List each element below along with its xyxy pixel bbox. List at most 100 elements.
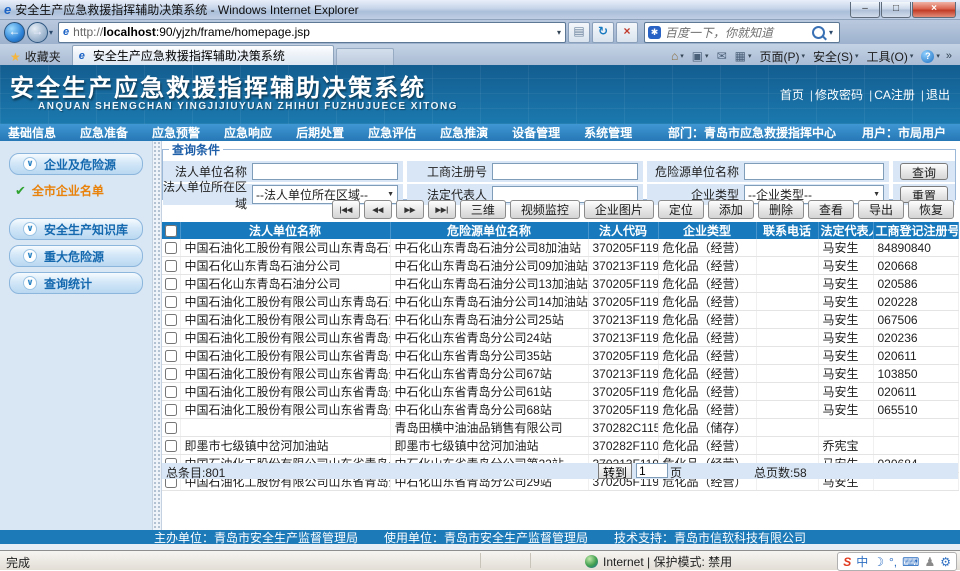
ime-punctuation-icon[interactable]: °, bbox=[889, 555, 897, 569]
sidebar-group[interactable]: ∨企业及危险源 bbox=[9, 153, 143, 175]
header-link[interactable]: 首页 bbox=[780, 86, 804, 103]
header-link[interactable]: CA注册 bbox=[874, 86, 915, 103]
query-button[interactable]: 查询 bbox=[900, 163, 948, 180]
sogou-icon[interactable]: S bbox=[843, 555, 851, 569]
minimize-button[interactable]: – bbox=[850, 2, 880, 18]
table-row[interactable]: 中国石化山东青岛石油分公司中石化山东青岛石油分公司09加油站370213F119… bbox=[162, 257, 958, 275]
row-checkbox[interactable] bbox=[165, 296, 177, 308]
toolbar-button[interactable]: 导出 bbox=[858, 200, 904, 219]
search-dropdown-icon[interactable]: ▾ bbox=[829, 28, 833, 37]
favorites-button[interactable]: ★ 收藏夹 bbox=[3, 48, 68, 65]
toolbar-button[interactable]: 视频监控 bbox=[510, 200, 580, 219]
history-dropdown-icon[interactable]: ▾ bbox=[49, 28, 53, 37]
close-button[interactable]: × bbox=[912, 2, 956, 18]
table-row[interactable]: 中国石油化工股份有限公司山东省青岛分公司中石化山东省青岛分公司68站370205… bbox=[162, 401, 958, 419]
read-mail-button[interactable]: ✉ bbox=[713, 47, 731, 65]
row-checkbox[interactable] bbox=[165, 386, 177, 398]
home-button[interactable]: ⌂▾ bbox=[667, 47, 688, 65]
more-commands-icon[interactable]: » bbox=[944, 50, 954, 62]
sidebar-group[interactable]: ∨安全生产知识库 bbox=[9, 218, 143, 240]
select-all-checkbox[interactable] bbox=[165, 225, 177, 237]
nav-item[interactable]: 系统管理 bbox=[584, 124, 632, 141]
table-row[interactable]: 青岛田横中油油品销售有限公司370282C115602危化品（储存） bbox=[162, 419, 958, 437]
print-button[interactable]: ▦▾ bbox=[731, 47, 756, 65]
header-link[interactable]: 修改密码 bbox=[815, 86, 863, 103]
address-input[interactable]: e http://localhost:90/yjzh/frame/homepag… bbox=[58, 22, 566, 43]
address-dropdown-icon[interactable]: ▾ bbox=[557, 28, 561, 37]
ime-settings-icon[interactable]: ⚙ bbox=[940, 555, 951, 569]
nav-item[interactable]: 应急评估 bbox=[368, 124, 416, 141]
table-row[interactable]: 中国石化山东青岛石油分公司中石化山东青岛石油分公司13加油站370205F119… bbox=[162, 275, 958, 293]
legal-name-input[interactable] bbox=[252, 163, 398, 180]
browser-tab[interactable]: e 安全生产应急救援指挥辅助决策系统 bbox=[72, 45, 334, 65]
nav-item[interactable]: 后期处置 bbox=[296, 124, 344, 141]
toolbar-button[interactable]: 定位 bbox=[658, 200, 704, 219]
table-row[interactable]: 中国石油化工股份有限公司山东省青岛分公司中石化山东省青岛分公司67站370213… bbox=[162, 365, 958, 383]
tools-menu[interactable]: 工具(O)▾ bbox=[863, 47, 918, 65]
ime-keyboard-icon[interactable]: ⌨ bbox=[902, 555, 919, 569]
sidebar-group[interactable]: ∨查询统计 bbox=[9, 272, 143, 294]
nav-item[interactable]: 设备管理 bbox=[512, 124, 560, 141]
refresh-button[interactable]: ↻ bbox=[592, 22, 614, 43]
pager-button[interactable]: ◀◀ bbox=[364, 200, 392, 219]
site-footer: 主办单位：青岛市安全生产监督管理局 使用单位：青岛市安全生产监督管理局 技术支持… bbox=[0, 530, 960, 544]
pager-button[interactable]: |◀◀ bbox=[332, 200, 360, 219]
toolbar-button[interactable]: 恢复 bbox=[908, 200, 954, 219]
content-area: ∨企业及危险源✔全市企业名单∨安全生产知识库∨重大危险源∨查询统计 查询条件 法… bbox=[0, 141, 960, 530]
toolbar-button[interactable]: 删除 bbox=[758, 200, 804, 219]
row-checkbox[interactable] bbox=[165, 422, 177, 434]
pager-button[interactable]: ▶▶ bbox=[396, 200, 424, 219]
row-checkbox[interactable] bbox=[165, 314, 177, 326]
row-checkbox[interactable] bbox=[165, 332, 177, 344]
sidebar-group[interactable]: ∨重大危险源 bbox=[9, 245, 143, 267]
row-checkbox[interactable] bbox=[165, 368, 177, 380]
page-menu[interactable]: 页面(P)▾ bbox=[755, 47, 809, 65]
row-checkbox[interactable] bbox=[165, 260, 177, 272]
maximize-button[interactable]: □ bbox=[881, 2, 911, 18]
ime-halfwidth-icon[interactable]: ☽ bbox=[873, 555, 884, 569]
nav-item[interactable]: 基础信息 bbox=[8, 124, 56, 141]
page-number-input[interactable] bbox=[636, 463, 668, 478]
row-checkbox[interactable] bbox=[165, 440, 177, 452]
ime-language-toggle[interactable]: 中 bbox=[856, 553, 868, 570]
ime-user-icon[interactable]: ♟ bbox=[924, 555, 935, 569]
table-cell: 370213F119025 bbox=[588, 311, 658, 329]
table-row[interactable]: 中国石油化工股份有限公司山东省青岛分公司中石化山东省青岛分公司24站370213… bbox=[162, 329, 958, 347]
reg-no-input[interactable] bbox=[492, 163, 638, 180]
table-row[interactable]: 即墨市七级镇中岔河加油站即墨市七级镇中岔河加油站370282F110063危化品… bbox=[162, 437, 958, 455]
forward-button[interactable]: → bbox=[27, 22, 48, 43]
back-button[interactable]: ← bbox=[4, 22, 25, 43]
table-row[interactable]: 中国石油化工股份有限公司山东省青岛分公司中石化山东省青岛分公司61站370205… bbox=[162, 383, 958, 401]
goto-page-button[interactable]: 转到 bbox=[598, 463, 632, 479]
compatibility-view-button[interactable]: ▤ bbox=[568, 22, 590, 43]
search-icon[interactable] bbox=[812, 26, 825, 39]
safety-menu[interactable]: 安全(S)▾ bbox=[809, 47, 863, 65]
new-tab-button[interactable] bbox=[336, 48, 394, 65]
row-checkbox[interactable] bbox=[165, 350, 177, 362]
row-checkbox[interactable] bbox=[165, 278, 177, 290]
table-row[interactable]: 中国石油化工股份有限公司山东青岛石油分公司中石化山东青岛石油分公司25站3702… bbox=[162, 311, 958, 329]
toolbar-button[interactable]: 企业图片 bbox=[584, 200, 654, 219]
sidebar-item-active[interactable]: ✔全市企业名单 bbox=[15, 182, 152, 199]
table-row[interactable]: 中国石油化工股份有限公司山东青岛石油分公司中石化山东青岛石油分公司8加油站370… bbox=[162, 239, 958, 257]
nav-item[interactable]: 应急推演 bbox=[440, 124, 488, 141]
toolbar-button[interactable]: 添加 bbox=[708, 200, 754, 219]
pager-button[interactable]: ▶▶| bbox=[428, 200, 456, 219]
toolbar-button[interactable]: 三维 bbox=[460, 200, 506, 219]
table-cell: 中石化山东省青岛分公司61站 bbox=[390, 383, 588, 401]
browser-search-input[interactable]: ✱ 百度一下，你就知道 ▾ bbox=[644, 22, 840, 43]
hazard-name-input[interactable] bbox=[744, 163, 884, 180]
toolbar-button[interactable]: 查看 bbox=[808, 200, 854, 219]
stop-button[interactable]: × bbox=[616, 22, 638, 43]
table-row[interactable]: 中国石油化工股份有限公司山东青岛石油分公司中石化山东青岛石油分公司14加油站37… bbox=[162, 293, 958, 311]
pagination-bar: 总条目:801 转到 页 总页数:58 bbox=[162, 463, 958, 479]
nav-item[interactable]: 应急准备 bbox=[80, 124, 128, 141]
table-row[interactable]: 中国石油化工股份有限公司山东省青岛分公司中石化山东省青岛分公司35站370205… bbox=[162, 347, 958, 365]
row-checkbox[interactable] bbox=[165, 242, 177, 254]
nav-item[interactable]: 应急预警 bbox=[152, 124, 200, 141]
help-menu[interactable]: ?▾ bbox=[917, 47, 944, 65]
feeds-button[interactable]: ▣▾ bbox=[688, 47, 713, 65]
nav-item[interactable]: 应急响应 bbox=[224, 124, 272, 141]
header-link[interactable]: 退出 bbox=[926, 86, 950, 103]
row-checkbox[interactable] bbox=[165, 404, 177, 416]
